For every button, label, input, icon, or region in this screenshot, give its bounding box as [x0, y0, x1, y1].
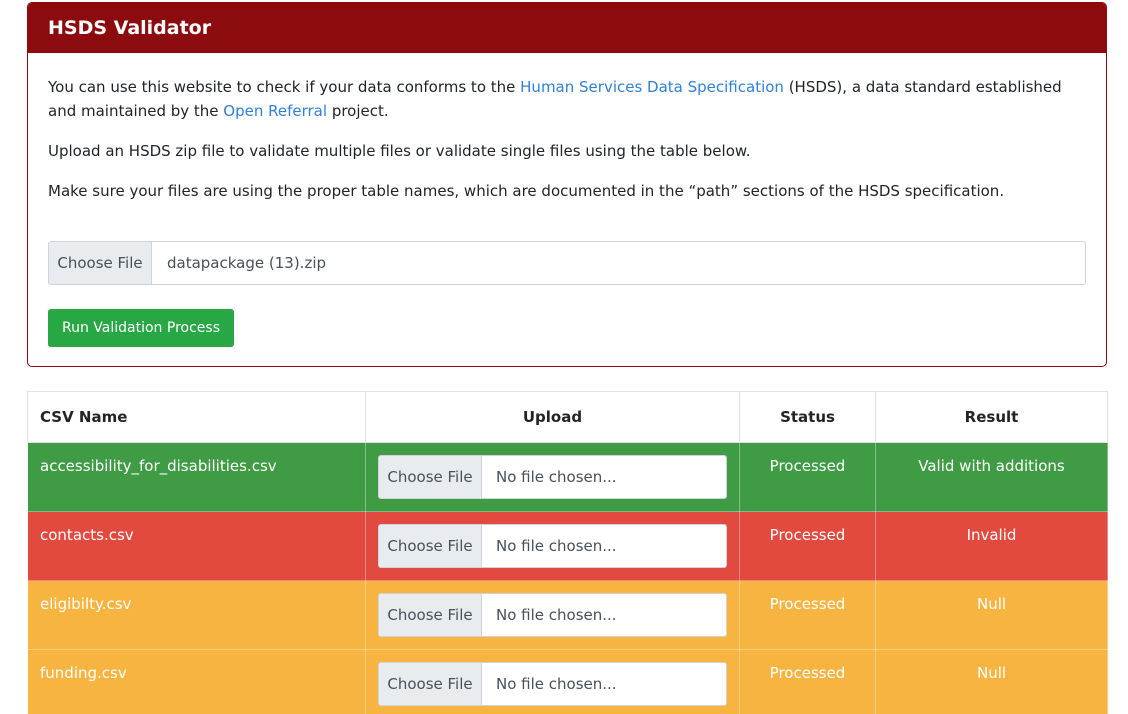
upload-cell: Choose File No file chosen...	[365, 580, 740, 650]
zip-file-name: datapackage (13).zip	[167, 254, 327, 272]
hsds-spec-link[interactable]: Human Services Data Specification	[520, 78, 784, 96]
column-header-status: Status	[739, 391, 876, 443]
intro-paragraph: You can use this website to check if you…	[48, 75, 1086, 123]
table-header-row: CSV Name Upload Status Result	[27, 391, 1108, 443]
csv-name-cell: contacts.csv	[27, 511, 366, 581]
upload-cell: Choose File No file chosen...	[365, 649, 740, 714]
intro-text-suffix: project.	[327, 102, 389, 120]
csv-name-cell: accessibility_for_disabilities.csv	[27, 442, 366, 512]
upload-instructions: Upload an HSDS zip file to validate mult…	[48, 142, 751, 160]
status-cell: Processed	[739, 580, 876, 650]
card-header: HSDS Validator	[28, 3, 1106, 53]
page: HSDS Validator You can use this website …	[0, 0, 1128, 714]
choose-file-button[interactable]: Choose File	[379, 525, 482, 567]
status-cell: Processed	[739, 649, 876, 714]
status-cell: Processed	[739, 511, 876, 581]
page-title: HSDS Validator	[48, 17, 212, 39]
choose-file-button[interactable]: Choose File	[379, 663, 482, 705]
upload-cell: Choose File No file chosen...	[365, 442, 740, 512]
card-body: You can use this website to check if you…	[28, 53, 1106, 239]
intro-text-prefix: You can use this website to check if you…	[48, 78, 521, 96]
run-validation-button[interactable]: Run Validation Process	[48, 309, 234, 347]
file-name-placeholder: No file chosen...	[496, 606, 617, 624]
column-header-result: Result	[875, 391, 1108, 443]
open-referral-link[interactable]: Open Referral	[223, 102, 327, 120]
csv-file-input[interactable]: Choose File No file chosen...	[378, 455, 727, 499]
file-name-placeholder: No file chosen...	[496, 675, 617, 693]
csv-name-cell: funding.csv	[27, 649, 366, 714]
table-row: eligibilty.csv Choose File No file chose…	[27, 580, 1108, 650]
table-row: funding.csv Choose File No file chosen..…	[27, 649, 1108, 714]
result-cell: Invalid	[875, 511, 1108, 581]
status-cell: Processed	[739, 442, 876, 512]
choose-file-button[interactable]: Choose File	[379, 456, 482, 498]
file-name-placeholder: No file chosen...	[496, 468, 617, 486]
result-cell: Valid with additions	[875, 442, 1108, 512]
validator-card: HSDS Validator You can use this website …	[27, 2, 1107, 367]
column-header-upload: Upload	[365, 391, 740, 443]
zip-file-input[interactable]: Choose File datapackage (13).zip	[48, 241, 1086, 285]
choose-zip-file-button[interactable]: Choose File	[49, 242, 152, 284]
csv-file-input[interactable]: Choose File No file chosen...	[378, 662, 727, 706]
csv-file-input[interactable]: Choose File No file chosen...	[378, 593, 727, 637]
table-row: accessibility_for_disabilities.csv Choos…	[27, 442, 1108, 512]
result-cell: Null	[875, 580, 1108, 650]
csv-name-cell: eligibilty.csv	[27, 580, 366, 650]
upload-cell: Choose File No file chosen...	[365, 511, 740, 581]
result-cell: Null	[875, 649, 1108, 714]
choose-file-button[interactable]: Choose File	[379, 594, 482, 636]
column-header-csv-name: CSV Name	[27, 391, 366, 443]
table-names-note: Make sure your files are using the prope…	[48, 182, 1005, 200]
csv-table: CSV Name Upload Status Result accessibil…	[27, 391, 1108, 714]
table-row: contacts.csv Choose File No file chosen.…	[27, 511, 1108, 581]
file-name-placeholder: No file chosen...	[496, 537, 617, 555]
csv-file-input[interactable]: Choose File No file chosen...	[378, 524, 727, 568]
